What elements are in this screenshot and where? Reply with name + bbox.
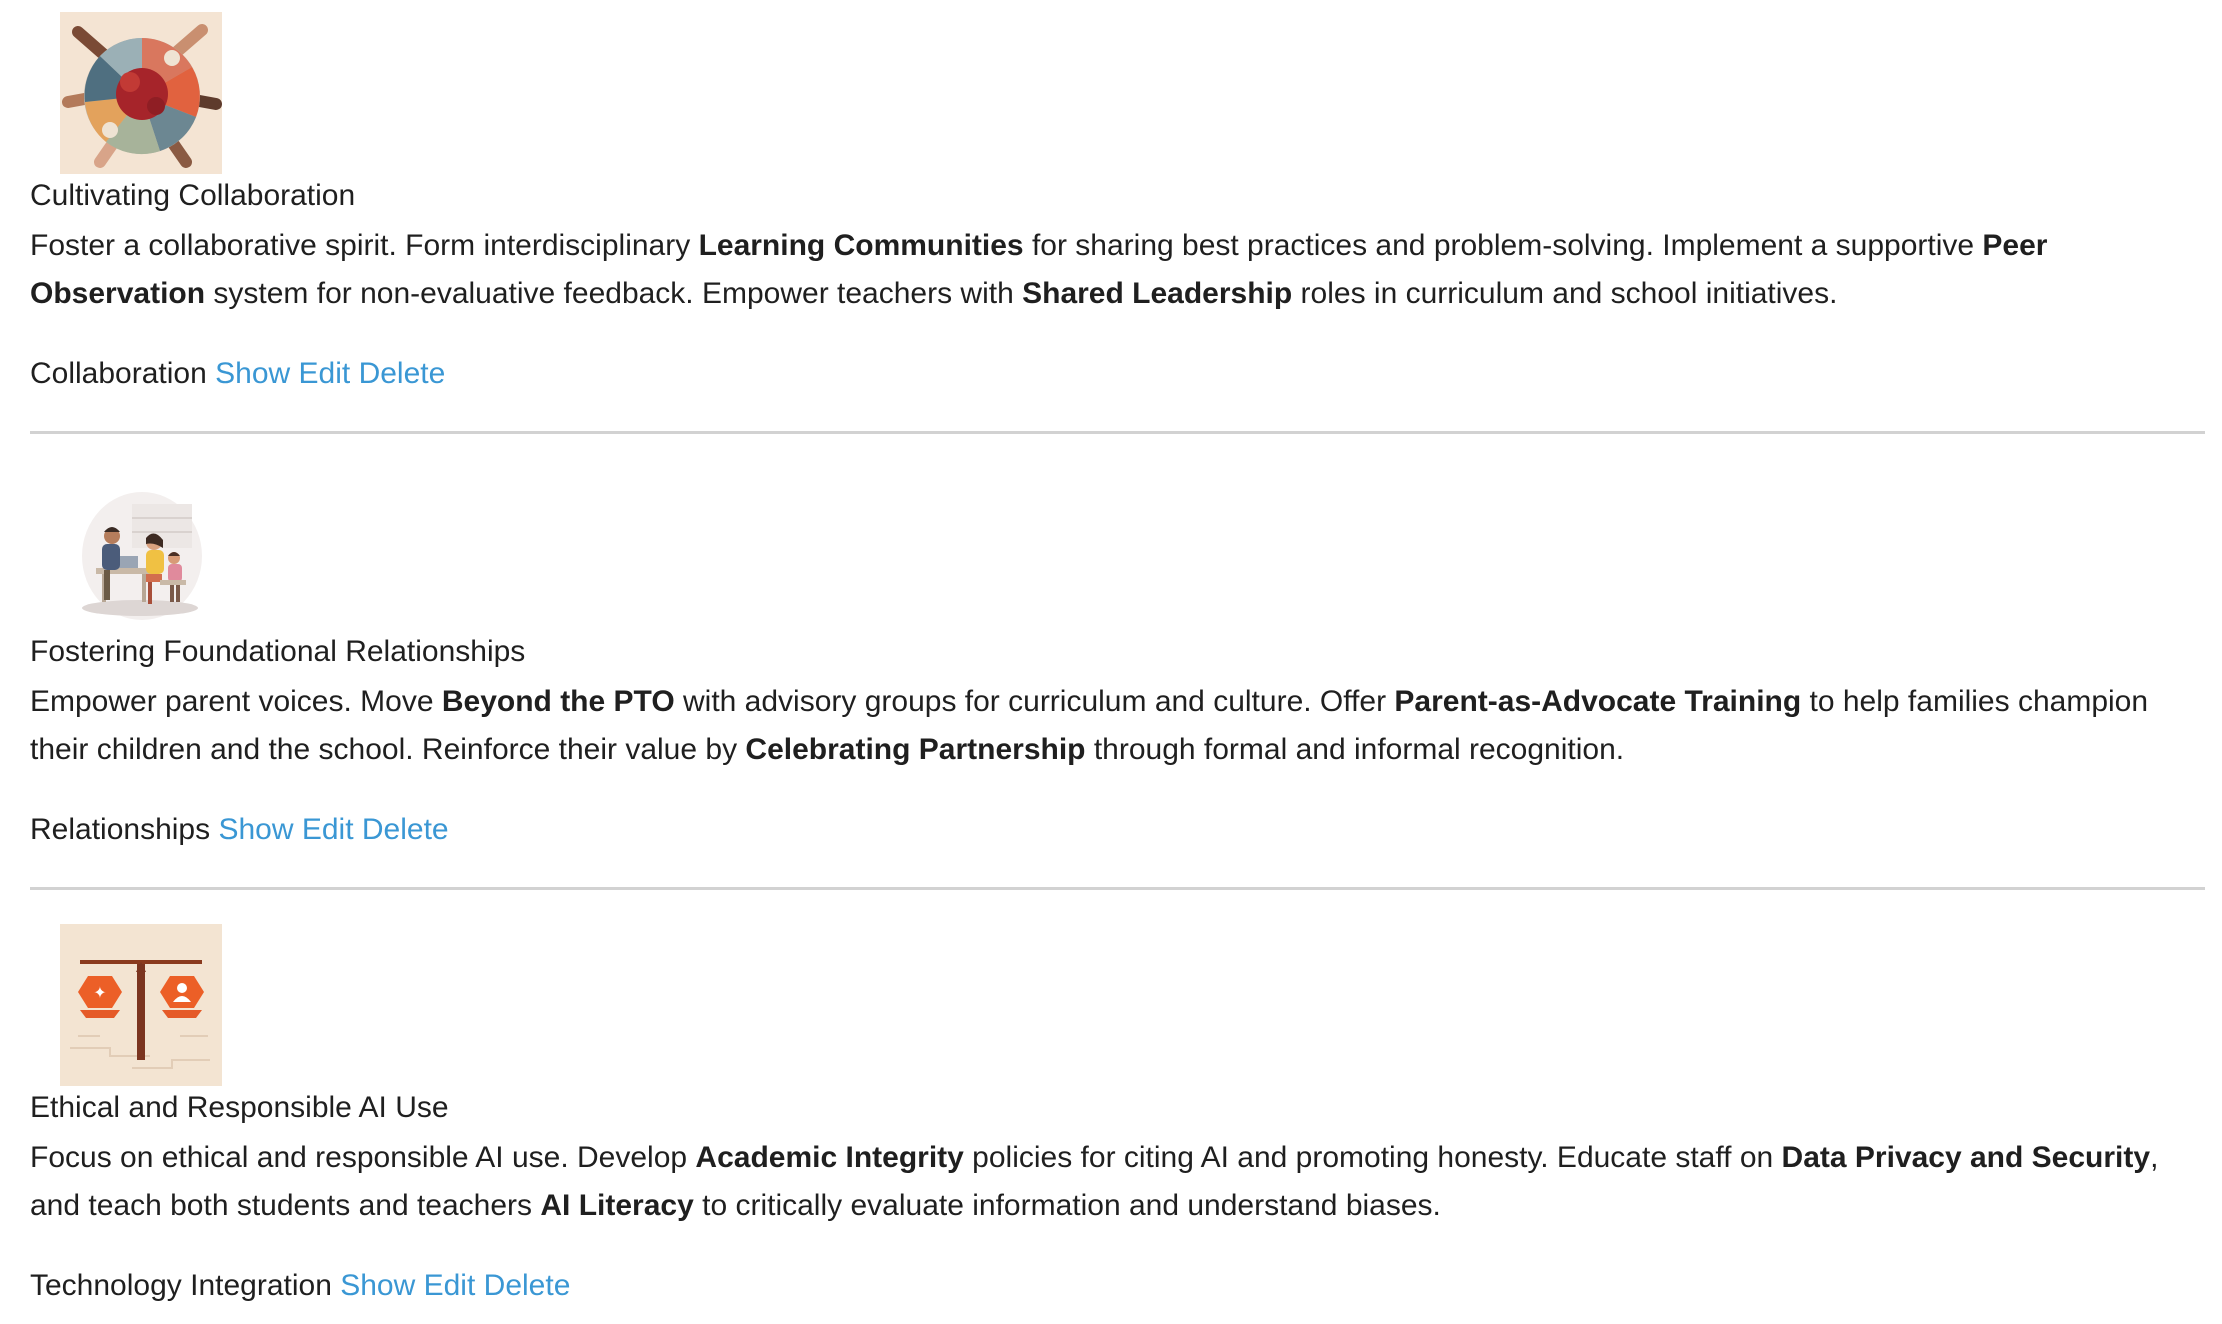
- strategy-meta-row: Collaboration Show Edit Delete: [30, 354, 445, 394]
- svg-text:✦: ✦: [93, 983, 106, 1002]
- category-label: Relationships: [30, 813, 211, 846]
- delete-link[interactable]: Delete: [362, 813, 449, 846]
- highlight-term: Beyond the PTO: [441, 685, 675, 718]
- divider: [30, 887, 2205, 890]
- highlight-term: Celebrating Partnership: [745, 733, 1086, 766]
- strategy-entry: ✦ Ethical and Responsible AI Use Focus o…: [30, 912, 2205, 1324]
- delete-link[interactable]: Delete: [359, 357, 446, 390]
- family-relationships-icon: [60, 468, 222, 630]
- strategy-title: Fostering Foundational Relationships: [30, 635, 526, 668]
- puzzle-hands-image: [60, 12, 222, 174]
- highlight-term: Shared Leadership: [1022, 277, 1293, 310]
- edit-link[interactable]: Edit: [299, 357, 351, 390]
- highlight-term: Data Privacy and Security: [1781, 1141, 2151, 1174]
- edit-link[interactable]: Edit: [302, 813, 354, 846]
- category-label: Collaboration: [30, 357, 207, 390]
- balance-scale-icon: ✦: [60, 924, 222, 1086]
- highlight-term: Parent-as-Advocate Training: [1394, 685, 1802, 718]
- show-link[interactable]: Show: [218, 813, 293, 846]
- show-link[interactable]: Show: [340, 1269, 415, 1302]
- strategy-meta-row: Technology Integration Show Edit Delete: [30, 1266, 570, 1306]
- highlight-term: Learning Communities: [698, 229, 1024, 262]
- strategy-description: Foster a collaborative spirit. Form inte…: [30, 229, 2048, 310]
- divider: [30, 431, 2205, 434]
- strategy-list: Cultivating Collaboration Foster a colla…: [0, 0, 2222, 1324]
- strategy-entry: Cultivating Collaboration Foster a colla…: [30, 0, 2205, 438]
- strategy-description: Empower parent voices. Move Beyond the P…: [30, 685, 2149, 766]
- strategy-title: Ethical and Responsible AI Use: [30, 1091, 449, 1124]
- show-link[interactable]: Show: [215, 357, 290, 390]
- highlight-term: AI Literacy: [540, 1189, 694, 1222]
- family-relationships-image: [60, 468, 222, 630]
- highlight-term: Academic Integrity: [695, 1141, 964, 1174]
- puzzle-hands-icon: [60, 12, 222, 174]
- strategy-description: Focus on ethical and responsible AI use.…: [30, 1141, 2159, 1222]
- strategy-meta-row: Relationships Show Edit Delete: [30, 810, 449, 850]
- category-label: Technology Integration: [30, 1269, 332, 1302]
- delete-link[interactable]: Delete: [484, 1269, 571, 1302]
- balance-scale-ai-image: ✦: [60, 924, 222, 1086]
- strategy-title: Cultivating Collaboration: [30, 179, 356, 212]
- strategy-entry: Fostering Foundational Relationships Emp…: [30, 456, 2205, 894]
- edit-link[interactable]: Edit: [424, 1269, 476, 1302]
